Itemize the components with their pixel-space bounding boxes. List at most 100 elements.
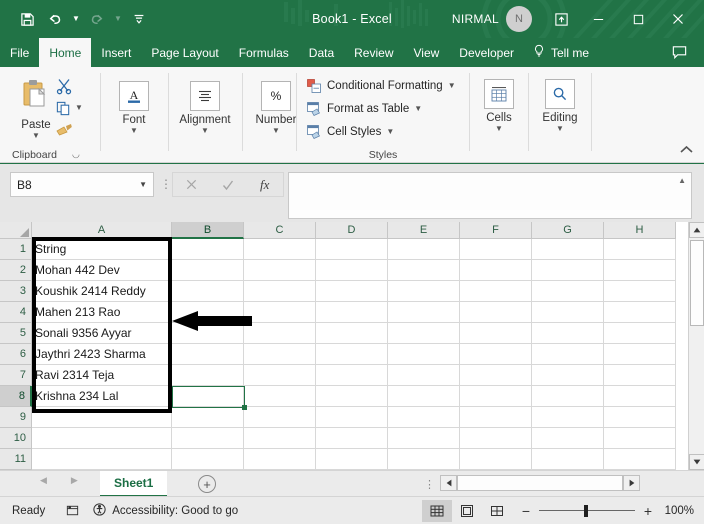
cell-a11[interactable] [32,449,172,470]
hscroll-right-icon[interactable] [623,475,640,491]
cell-e1[interactable] [388,239,460,260]
cells-dropdown-icon[interactable]: ▼ [495,124,503,134]
cell-e8[interactable] [388,386,460,407]
row-header-5[interactable]: 5 [0,323,32,344]
tab-insert[interactable]: Insert [91,38,141,67]
cell-f2[interactable] [460,260,532,281]
cell-g11[interactable] [532,449,604,470]
cut-button[interactable] [55,77,73,100]
formula-input[interactable]: ▲ [288,172,692,219]
cell-a2[interactable]: Mohan 442 Dev [32,260,172,281]
tab-view[interactable]: View [404,38,450,67]
cell-c8[interactable] [244,386,316,407]
tab-developer[interactable]: Developer [449,38,524,67]
select-all-button[interactable] [0,222,32,239]
row-header-9[interactable]: 9 [0,407,32,428]
row-header-7[interactable]: 7 [0,365,32,386]
format-painter-button[interactable] [55,121,73,144]
tab-file[interactable]: File [0,38,39,67]
vertical-scrollbar[interactable] [688,222,704,470]
cell-h4[interactable] [604,302,676,323]
expand-formula-bar-icon[interactable]: ▲ [678,176,686,185]
cell-f4[interactable] [460,302,532,323]
cell-g1[interactable] [532,239,604,260]
cell-e10[interactable] [388,428,460,449]
cell-d5[interactable] [316,323,388,344]
cell-d8[interactable] [316,386,388,407]
cell-b3[interactable] [172,281,244,302]
cell-g9[interactable] [532,407,604,428]
undo-dropdown-icon[interactable]: ▼ [70,5,82,33]
cell-h3[interactable] [604,281,676,302]
cell-d11[interactable] [316,449,388,470]
cell-c4[interactable] [244,302,316,323]
zoom-out-button[interactable]: − [520,503,532,519]
cell-g2[interactable] [532,260,604,281]
cell-g8[interactable] [532,386,604,407]
font-button[interactable]: A Font ▼ [106,81,162,136]
cell-c9[interactable] [244,407,316,428]
column-header-d[interactable]: D [316,222,388,239]
number-dropdown-icon[interactable]: ▼ [272,126,280,136]
alignment-button[interactable]: Alignment ▼ [177,81,233,136]
cell-d6[interactable] [316,344,388,365]
cell-f6[interactable] [460,344,532,365]
cell-a1[interactable]: String [32,239,172,260]
cell-f8[interactable] [460,386,532,407]
row-header-8[interactable]: 8 [0,386,32,407]
cell-h9[interactable] [604,407,676,428]
minimize-button[interactable] [578,0,618,38]
tab-data[interactable]: Data [299,38,344,67]
cell-g5[interactable] [532,323,604,344]
paste-dropdown-icon[interactable]: ▼ [32,131,40,141]
cell-b7[interactable] [172,365,244,386]
horizontal-scrollbar[interactable] [440,475,640,491]
cell-f9[interactable] [460,407,532,428]
cell-f3[interactable] [460,281,532,302]
row-header-4[interactable]: 4 [0,302,32,323]
column-header-g[interactable]: G [532,222,604,239]
cell-a10[interactable] [32,428,172,449]
cell-c11[interactable] [244,449,316,470]
user-name[interactable]: NIRMAL [452,12,499,26]
cell-f5[interactable] [460,323,532,344]
conditional-formatting-dropdown-icon[interactable]: ▼ [448,81,456,90]
column-header-f[interactable]: F [460,222,532,239]
cell-e7[interactable] [388,365,460,386]
font-dropdown-icon[interactable]: ▼ [130,126,138,136]
horizontal-scrollbar-track[interactable] [457,475,623,491]
cell-g7[interactable] [532,365,604,386]
ribbon-display-options-icon[interactable] [544,0,578,38]
cell-e11[interactable] [388,449,460,470]
column-header-e[interactable]: E [388,222,460,239]
insert-function-icon[interactable]: fx [246,173,283,196]
cell-f1[interactable] [460,239,532,260]
row-header-1[interactable]: 1 [0,239,32,260]
cancel-formula-icon[interactable] [173,173,210,196]
cell-h2[interactable] [604,260,676,281]
redo-icon[interactable] [84,5,110,33]
cell-e2[interactable] [388,260,460,281]
name-box[interactable]: B8 ▼ [10,172,154,197]
editing-button[interactable]: Editing ▼ [532,79,588,134]
hscroll-left-icon[interactable] [440,475,457,491]
cell-b1[interactable] [172,239,244,260]
scroll-up-icon[interactable] [689,222,704,238]
clipboard-dialog-launcher[interactable]: ◡ [72,149,80,160]
format-as-table-button[interactable]: Format as Table ▼ [305,100,422,117]
column-header-b[interactable]: B [172,222,244,239]
cell-f10[interactable] [460,428,532,449]
cell-a3[interactable]: Koushik 2414 Reddy [32,281,172,302]
vertical-scrollbar-thumb[interactable] [690,240,704,326]
tab-review[interactable]: Review [344,38,403,67]
cell-b6[interactable] [172,344,244,365]
copy-button[interactable] [55,100,72,122]
cell-a8[interactable]: Krishna 234 Lal [32,386,172,407]
cell-f11[interactable] [460,449,532,470]
copy-dropdown-icon[interactable]: ▼ [75,103,83,112]
cell-e4[interactable] [388,302,460,323]
comments-icon[interactable] [671,38,688,67]
cell-c5[interactable] [244,323,316,344]
row-header-2[interactable]: 2 [0,260,32,281]
cell-d7[interactable] [316,365,388,386]
